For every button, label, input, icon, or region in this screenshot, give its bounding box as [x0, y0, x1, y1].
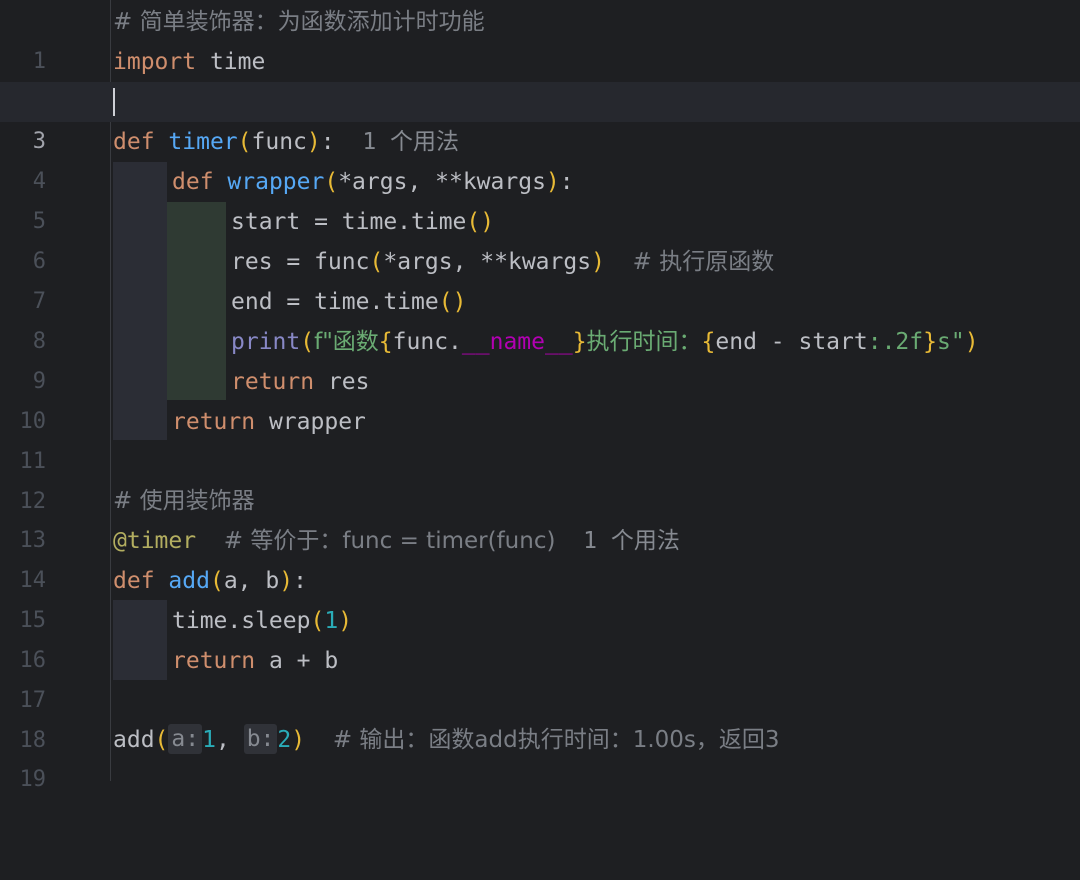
- number: 1: [324, 608, 339, 634]
- parameters: a, b: [223, 568, 280, 594]
- call: time.sleep: [172, 608, 311, 634]
- parameter: func: [251, 129, 307, 155]
- colon: :: [293, 568, 307, 594]
- bracket: (: [310, 608, 325, 634]
- bracket: (: [300, 329, 315, 355]
- bracket: (: [369, 249, 384, 275]
- bracket: ): [306, 129, 321, 155]
- code-line[interactable]: 10 return res: [0, 362, 1080, 434]
- bracket: ): [545, 169, 560, 195]
- number: 1: [202, 727, 216, 753]
- bracket: (: [237, 129, 252, 155]
- bracket: (): [438, 289, 467, 315]
- parameter-hint: a:: [168, 724, 203, 754]
- builtin-print: print: [231, 329, 301, 355]
- bracket: ): [591, 249, 605, 275]
- call: add: [113, 727, 155, 753]
- usage-count-hint[interactable]: 1 个用法: [583, 528, 680, 554]
- statement: res = func: [231, 249, 370, 275]
- code-line[interactable]: 19 add(a: 1, b: 2) # 输出：函数add执行时间：1.00s，返回…: [0, 720, 1080, 792]
- comment: # 使用装饰器: [113, 488, 255, 514]
- expression: func.: [392, 329, 462, 355]
- brace: {: [701, 329, 716, 355]
- bracket: ): [279, 568, 294, 594]
- bracket: ): [338, 608, 353, 634]
- colon: :: [559, 169, 574, 195]
- statement: end = time.time: [231, 289, 439, 315]
- return-value: wrapper: [268, 409, 366, 435]
- keyword-import: import: [113, 49, 197, 75]
- code-line[interactable]: 17 return a + b: [0, 641, 1080, 713]
- code-line[interactable]: 13 # 使用装饰器: [0, 481, 1080, 553]
- bracket: (: [154, 727, 169, 753]
- arguments: *args, **kwargs: [383, 249, 592, 275]
- brace: }: [923, 329, 937, 355]
- return-value: a + b: [268, 648, 339, 674]
- keyword-return: return: [231, 369, 315, 395]
- comment: # 简单装饰器：为函数添加计时功能: [113, 9, 485, 35]
- fstring-end: s": [936, 329, 965, 355]
- code-line-current[interactable]: 3: [0, 82, 1080, 154]
- code-line[interactable]: 18: [0, 681, 1080, 753]
- code-line[interactable]: 6 start = time.time(): [0, 202, 1080, 274]
- comment: # 等价于：func = timer(func): [223, 528, 556, 554]
- code-line[interactable]: 4 def timer(func): 1 个用法: [0, 122, 1080, 194]
- code-line[interactable]: 12: [0, 442, 1080, 514]
- comment: # 输出：函数add执行时间：1.00s，返回3: [332, 727, 780, 753]
- bracket: (: [209, 568, 224, 594]
- code-line[interactable]: 7 res = func(*args, **kwargs) # 执行原函数: [0, 242, 1080, 314]
- code-editor[interactable]: 1 # 简单装饰器：为函数添加计时功能 2 import time 3 4 de…: [0, 0, 1080, 792]
- code-line[interactable]: 5 def wrapper(*args, **kwargs):: [0, 162, 1080, 234]
- function-name[interactable]: timer: [168, 129, 237, 155]
- function-name[interactable]: add: [168, 568, 210, 594]
- bracket: ): [964, 329, 979, 355]
- return-value: res: [327, 369, 370, 395]
- bracket: ): [291, 727, 306, 753]
- fstring-start: f"函数: [314, 329, 379, 355]
- code-line[interactable]: 16 time.sleep(1): [0, 601, 1080, 673]
- usage-count-hint[interactable]: 1 个用法: [362, 129, 459, 155]
- keyword-def: def: [172, 169, 214, 195]
- number: 2: [277, 727, 292, 753]
- expression: end - start: [715, 329, 868, 355]
- code-line[interactable]: 14 @timer # 等价于：func = timer(func) 1 个用法: [0, 521, 1080, 593]
- brace: }: [572, 329, 587, 355]
- parameters: *args, **kwargs: [338, 169, 546, 195]
- module-name: time: [209, 49, 266, 75]
- colon: :: [320, 129, 335, 155]
- keyword-def: def: [113, 568, 155, 594]
- comment: # 执行原函数: [632, 249, 775, 275]
- dunder-name: __name__: [461, 329, 573, 355]
- code-line[interactable]: 9 print(f"函数{func.__name__}执行时间：{end - s…: [0, 322, 1080, 394]
- keyword-def: def: [113, 129, 155, 155]
- brace: {: [378, 329, 393, 355]
- decorator: @timer: [113, 528, 197, 554]
- code-line[interactable]: 1 # 简单装饰器：为函数添加计时功能: [0, 2, 1080, 74]
- code-line[interactable]: 11 return wrapper: [0, 402, 1080, 474]
- text-cursor: [113, 88, 115, 116]
- keyword-return: return: [172, 409, 256, 435]
- separator: ,: [215, 727, 230, 753]
- keyword-return: return: [172, 648, 256, 674]
- line-number: 19: [19, 767, 47, 792]
- parameter-hint: b:: [243, 724, 278, 754]
- function-name[interactable]: wrapper: [227, 169, 324, 195]
- code-line[interactable]: 15 def add(a, b):: [0, 561, 1080, 633]
- bracket: (: [324, 169, 339, 195]
- format-spec: :.2f: [867, 329, 924, 355]
- code-line[interactable]: 8 end = time.time(): [0, 282, 1080, 354]
- code-line[interactable]: 2 import time: [0, 42, 1080, 114]
- bracket: (): [466, 209, 495, 235]
- fstring-text: 执行时间：: [586, 329, 702, 355]
- statement: start = time.time: [231, 209, 467, 235]
